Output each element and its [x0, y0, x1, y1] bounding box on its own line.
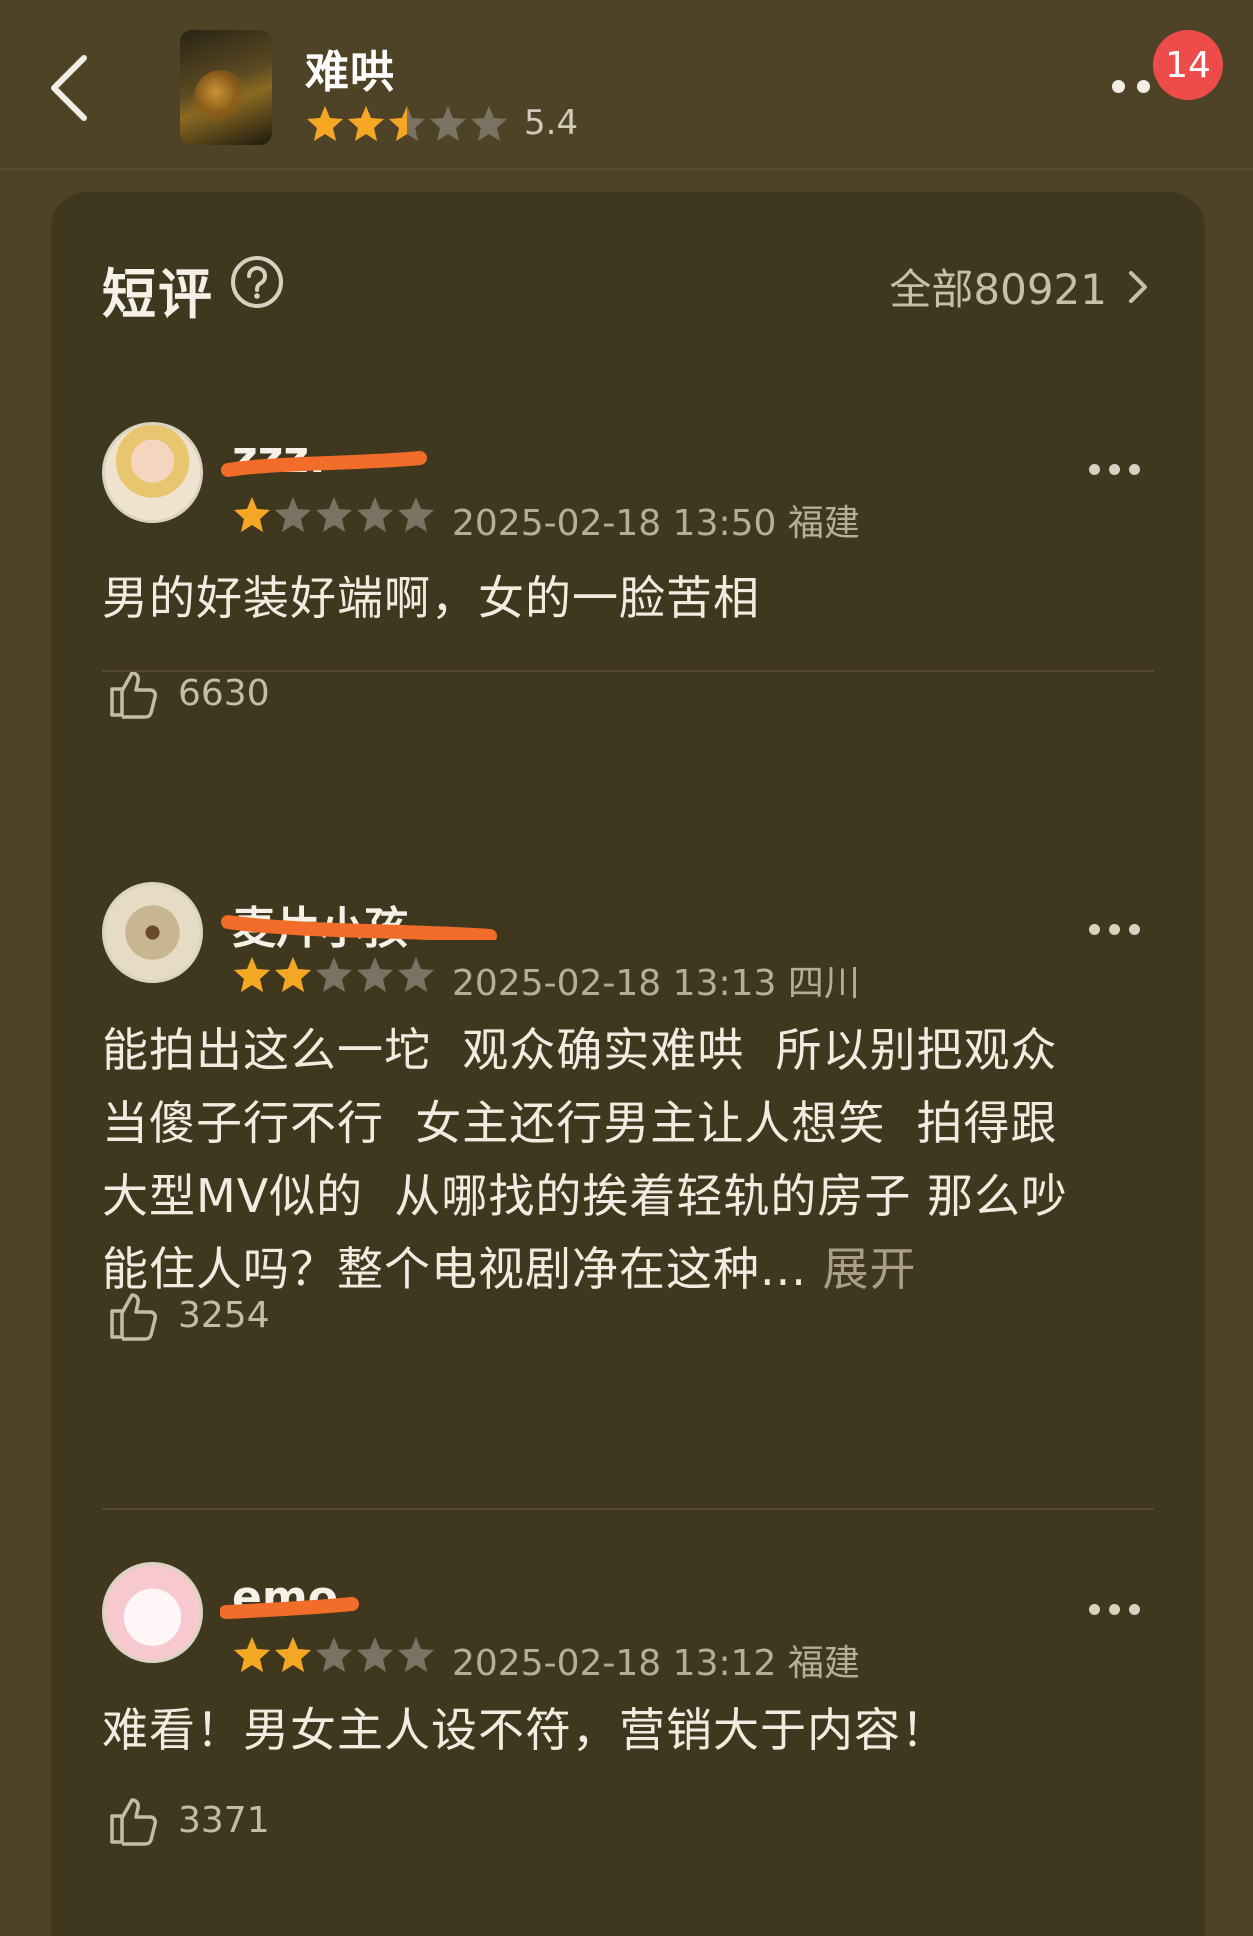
back-button[interactable] [40, 48, 100, 128]
star-empty-icon [357, 957, 393, 992]
star-filled-icon [234, 1637, 270, 1672]
star-half-icon [389, 106, 425, 141]
star-empty-icon [316, 957, 352, 992]
star-filled-icon [275, 1637, 311, 1672]
question-circle-icon[interactable] [229, 254, 285, 310]
review-item: emo 2025-02-18 13:12 福建 难看！男女主人设不符，营销大于内… [102, 1562, 1154, 1862]
star-filled-icon [348, 106, 384, 141]
section-title: 短评 [102, 263, 214, 326]
review-stars [232, 494, 437, 534]
top-bar: 难哄 5.4 14 [0, 0, 1253, 170]
star-filled-icon [234, 497, 270, 532]
star-filled-icon [275, 957, 311, 992]
like-count: 6630 [178, 672, 270, 714]
header-stars [305, 103, 510, 143]
review-meta: 2025-02-18 13:50 福建 [452, 503, 860, 544]
like-button[interactable]: 6630 [102, 665, 270, 721]
avatar[interactable] [102, 1562, 203, 1663]
like-button[interactable]: 3254 [102, 1287, 270, 1343]
star-empty-icon [430, 106, 466, 141]
review-more-icon[interactable] [1089, 924, 1140, 935]
thumbs-up-icon [110, 671, 157, 719]
avatar[interactable] [102, 882, 203, 983]
star-empty-icon [398, 497, 434, 532]
review-item: 麦片小孩 2025-02-18 13:13 四川 能拍出这么一坨 观众确实难哄 … [102, 882, 1154, 1342]
star-empty-icon [398, 957, 434, 992]
expand-link[interactable]: 展开 [823, 1242, 917, 1296]
review-text: 难看！男女主人设不符，营销大于内容！ [102, 1703, 948, 1757]
like-count: 3254 [178, 1294, 270, 1336]
show-title: 难哄 [305, 47, 395, 98]
notification-badge[interactable]: 14 [1153, 30, 1223, 100]
header-rating: 5.4 [305, 103, 578, 143]
star-empty-icon [357, 497, 393, 532]
star-empty-icon [316, 1637, 352, 1672]
review-item: zzz. 2025-02-18 13:50 福建 男的好装好端啊，女的一脸苦相 … [102, 422, 1154, 722]
review-stars [232, 954, 437, 994]
review-more-icon[interactable] [1089, 1604, 1140, 1615]
star-empty-icon [357, 1637, 393, 1672]
header-score: 5.4 [524, 103, 579, 143]
like-button[interactable]: 3371 [102, 1792, 270, 1848]
redaction-scribble [220, 1597, 359, 1619]
thumbs-up-icon [110, 1798, 157, 1846]
review-stars [232, 1634, 437, 1674]
chevron-right-icon [1129, 270, 1147, 303]
more-dots-icon[interactable] [1112, 80, 1150, 93]
divider [102, 670, 1154, 672]
review-text: 男的好装好端啊，女的一脸苦相 [102, 571, 760, 625]
redaction-scribble [221, 451, 427, 477]
poster-thumbnail[interactable] [180, 30, 272, 145]
like-count: 3371 [178, 1799, 270, 1841]
star-filled-icon [307, 106, 343, 141]
star-empty-icon [398, 1637, 434, 1672]
review-more-icon[interactable] [1089, 464, 1140, 475]
thumbs-up-icon [110, 1293, 157, 1341]
avatar[interactable] [102, 422, 203, 523]
all-reviews-link[interactable]: 全部80921 [889, 256, 1153, 317]
star-filled-icon [234, 957, 270, 992]
divider [102, 1508, 1154, 1510]
star-empty-icon [316, 497, 352, 532]
redaction-scribble [221, 915, 497, 940]
back-arrow-icon [51, 55, 87, 121]
review-meta: 2025-02-18 13:12 福建 [452, 1643, 860, 1684]
review-meta: 2025-02-18 13:13 四川 [452, 963, 860, 1004]
all-reviews-label: 全部80921 [889, 265, 1107, 314]
star-empty-icon [275, 497, 311, 532]
review-text: 能拍出这么一坨 观众确实难哄 所以别把观众 当傻子行不行 女主还行男主让人想笑 … [102, 1014, 1154, 1306]
review-text-body: 能拍出这么一坨 观众确实难哄 所以别把观众 当傻子行不行 女主还行男主让人想笑 … [102, 1023, 1069, 1296]
star-empty-icon [471, 106, 507, 141]
short-reviews-card: 短评 全部80921 zzz. 2025-02-18 13:50 福建 男的好装… [51, 192, 1205, 1936]
